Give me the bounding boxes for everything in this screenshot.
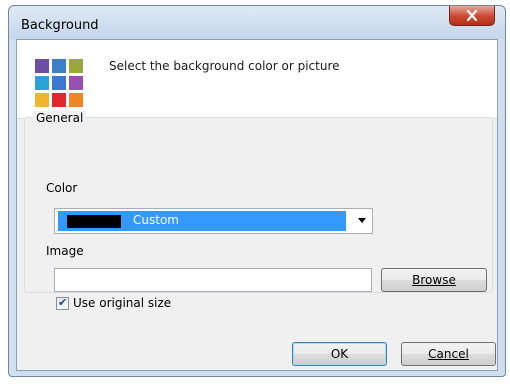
header-description: Select the background color or picture <box>109 59 340 73</box>
ok-button-label: OK <box>330 347 349 361</box>
general-group <box>24 117 493 293</box>
background-dialog: Background Select the background color o… <box>8 5 506 377</box>
close-button[interactable] <box>449 6 495 26</box>
check-icon: ✔ <box>58 296 68 309</box>
palette-swatch <box>52 93 66 107</box>
palette-swatch <box>35 93 49 107</box>
palette-swatch <box>35 76 49 90</box>
color-select-label: Custom <box>133 213 179 227</box>
header-panel: Select the background color or picture <box>17 40 497 119</box>
window-title: Background <box>21 18 99 33</box>
cancel-button-label: Cancel <box>428 347 469 361</box>
color-select[interactable]: Custom <box>54 208 373 234</box>
color-swatch <box>67 215 121 228</box>
general-group-label: General <box>33 111 87 125</box>
palette-swatch <box>35 59 49 73</box>
chevron-down-icon <box>358 218 366 223</box>
color-label: Color <box>46 181 78 195</box>
browse-button[interactable]: Browse <box>381 268 487 292</box>
use-original-size-checkbox[interactable]: ✔ <box>56 296 69 310</box>
palette-swatch <box>52 59 66 73</box>
use-original-size-label: Use original size <box>73 296 172 310</box>
image-path-input[interactable] <box>54 268 372 292</box>
close-icon <box>466 10 478 21</box>
palette-swatch <box>69 59 83 73</box>
palette-swatch <box>69 93 83 107</box>
palette-swatch <box>69 76 83 90</box>
ok-button[interactable]: OK <box>292 342 387 366</box>
color-select-value: Custom <box>58 211 346 231</box>
image-label: Image <box>46 244 84 258</box>
color-palette-icon <box>35 59 89 113</box>
browse-button-label: Browse <box>412 273 456 287</box>
palette-swatch <box>52 76 66 90</box>
title-bar: Background <box>9 6 505 39</box>
cancel-button[interactable]: Cancel <box>401 342 496 366</box>
